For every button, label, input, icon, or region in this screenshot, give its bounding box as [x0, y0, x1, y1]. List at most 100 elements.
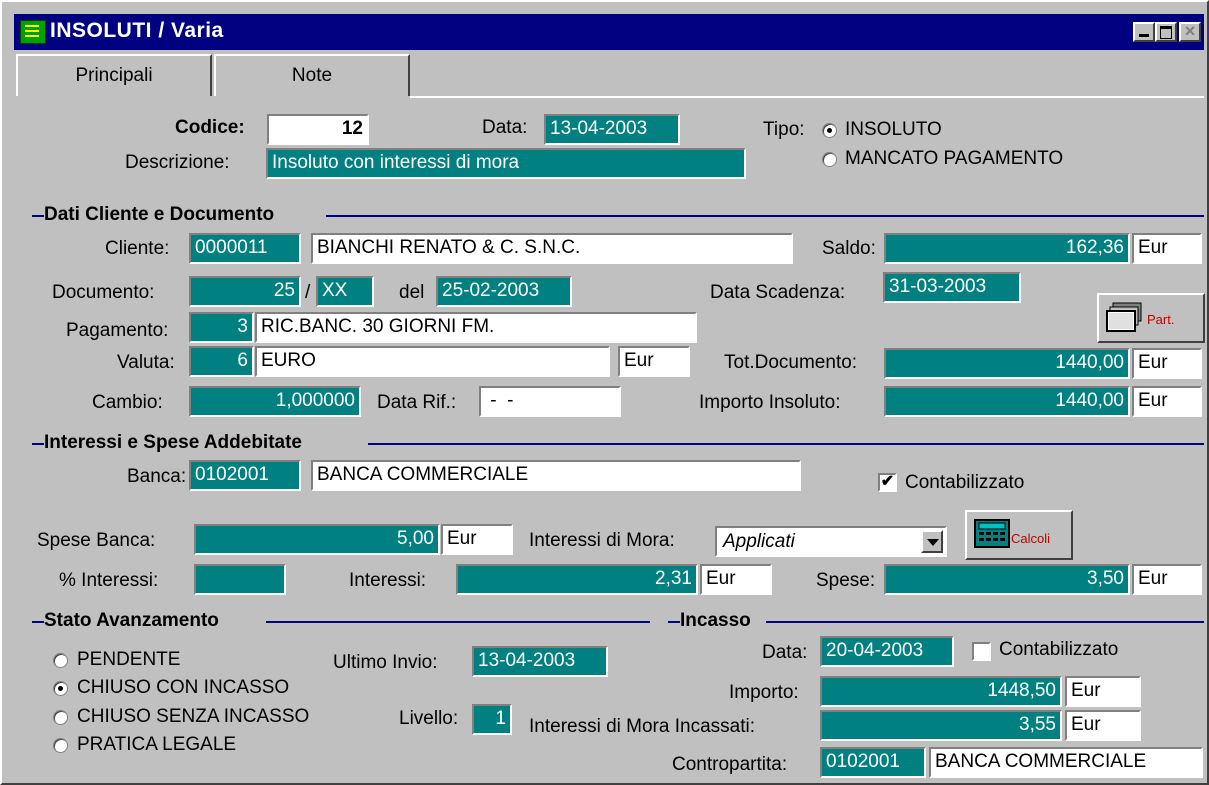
tipo-insoluto-radio[interactable] — [822, 123, 837, 138]
incasso-contabilizzato-checkbox[interactable] — [972, 642, 991, 661]
saldo-label: Saldo: — [822, 238, 876, 259]
spese-banca-label: Spese Banca: — [37, 530, 156, 551]
partite-button[interactable]: Part. — [1097, 293, 1205, 343]
descrizione-field[interactable]: Insoluto con interessi di mora — [266, 148, 746, 179]
section-line — [32, 621, 44, 623]
scadenza-label: Data Scadenza: — [710, 282, 846, 303]
title-bar[interactable]: INSOLUTI / Varia × — [14, 14, 1204, 50]
incasso-importo-label: Importo: — [729, 682, 799, 703]
spese-field[interactable]: 3,50 — [884, 564, 1130, 595]
incasso-importo-currency[interactable]: Eur — [1065, 676, 1141, 707]
cliente-code-field[interactable]: 0000011 — [189, 233, 301, 264]
importo-insoluto-field[interactable]: 1440,00 — [884, 386, 1130, 417]
totdoc-currency[interactable]: Eur — [1132, 348, 1202, 379]
documento-sep: / — [305, 282, 311, 303]
app-icon — [20, 20, 46, 44]
contabilizzato-checkbox[interactable]: ✔ — [878, 473, 897, 492]
codice-label: Codice: — [175, 117, 245, 138]
perc-interessi-field[interactable] — [194, 564, 286, 595]
incasso-data-label: Data: — [762, 642, 808, 663]
spese-banca-currency[interactable]: Eur — [441, 524, 513, 555]
livello-field[interactable]: 1 — [472, 704, 512, 735]
spese-banca-field[interactable]: 5,00 — [194, 524, 440, 555]
totdoc-label: Tot.Documento: — [724, 352, 858, 373]
descrizione-label: Descrizione: — [125, 152, 230, 173]
tab-divider — [410, 96, 1204, 98]
stato-pendente-label: PENDENTE — [77, 649, 181, 670]
stato-chiuso-con-label: CHIUSO CON INCASSO — [77, 677, 290, 698]
valuta-desc-field[interactable]: EURO — [255, 346, 610, 377]
documento-data-field[interactable]: 25-02-2003 — [436, 276, 572, 307]
section-line — [326, 215, 1204, 217]
interessi-label: Interessi: — [349, 570, 427, 591]
section-line — [266, 621, 650, 623]
section-title-interessi: Interessi e Spese Addebitate — [44, 432, 303, 453]
saldo-field[interactable]: 162,36 — [884, 233, 1130, 264]
tipo-mancato-radio[interactable] — [822, 152, 837, 167]
documento-serie-field[interactable]: XX — [316, 276, 374, 307]
datarif-field[interactable]: - - — [479, 386, 621, 417]
incasso-data-field[interactable]: 20-04-2003 — [820, 636, 954, 667]
importo-insoluto-currency[interactable]: Eur — [1132, 386, 1202, 417]
contropartita-name-field[interactable]: BANCA COMMERCIALE — [929, 747, 1203, 778]
cambio-field[interactable]: 1,000000 — [189, 386, 361, 417]
cliente-name-field[interactable]: BIANCHI RENATO & C. S.N.C. — [311, 233, 793, 264]
tipo-insoluto-label: INSOLUTO — [845, 119, 942, 140]
scadenza-field[interactable]: 31-03-2003 — [883, 272, 1021, 303]
banca-code-field[interactable]: 0102001 — [189, 460, 301, 491]
stato-chiuso-senza-label: CHIUSO SENZA INCASSO — [77, 706, 310, 727]
documento-num-field[interactable]: 25 — [189, 276, 301, 307]
maximize-button[interactable] — [1155, 22, 1177, 42]
mora-incassati-field[interactable]: 3,55 — [820, 710, 1062, 741]
section-title-stato: Stato Avanzamento — [44, 610, 219, 631]
ultimo-invio-field[interactable]: 13-04-2003 — [472, 646, 608, 677]
section-line — [766, 621, 1204, 623]
mora-incassati-currency[interactable]: Eur — [1065, 710, 1141, 741]
spese-label: Spese: — [816, 570, 876, 591]
valuta-sym-field[interactable]: Eur — [618, 346, 690, 377]
calcoli-button[interactable]: Calcoli — [965, 510, 1073, 560]
partite-icon — [1106, 302, 1142, 332]
tipo-label: Tipo: — [763, 119, 805, 140]
banca-label: Banca: — [127, 466, 187, 487]
codice-field[interactable]: 12 — [267, 114, 369, 145]
contabilizzato-label: Contabilizzato — [905, 472, 1025, 493]
stato-chiuso-con-radio[interactable] — [53, 681, 68, 696]
pagamento-desc-field[interactable]: RIC.BANC. 30 GIORNI FM. — [255, 312, 697, 343]
stato-pratica-legale-label: PRATICA LEGALE — [77, 734, 237, 755]
contropartita-label: Contropartita: — [672, 754, 788, 775]
saldo-currency[interactable]: Eur — [1132, 233, 1202, 264]
pagamento-label: Pagamento: — [66, 320, 169, 341]
perc-interessi-label: % Interessi: — [59, 570, 159, 591]
livello-label: Livello: — [399, 708, 459, 729]
cambio-label: Cambio: — [92, 392, 163, 413]
minimize-button[interactable] — [1133, 22, 1155, 42]
incasso-importo-field[interactable]: 1448,50 — [820, 676, 1062, 707]
interessi-currency[interactable]: Eur — [700, 564, 772, 595]
chevron-down-icon[interactable] — [921, 530, 943, 553]
partite-label: Part. — [1147, 312, 1175, 327]
stato-chiuso-senza-radio[interactable] — [53, 710, 68, 725]
section-title-incasso: Incasso — [680, 610, 751, 631]
valuta-code-field[interactable]: 6 — [189, 346, 254, 377]
tab-note[interactable]: Note — [214, 54, 410, 96]
close-button[interactable]: × — [1179, 22, 1201, 42]
pagamento-code-field[interactable]: 3 — [189, 312, 254, 343]
section-line — [668, 621, 680, 623]
spese-currency[interactable]: Eur — [1132, 564, 1202, 595]
valuta-label: Valuta: — [117, 352, 175, 373]
importo-insoluto-label: Importo Insoluto: — [699, 392, 841, 413]
totdoc-field[interactable]: 1440,00 — [884, 348, 1130, 379]
banca-name-field[interactable]: BANCA COMMERCIALE — [311, 460, 801, 491]
documento-label: Documento: — [52, 282, 155, 303]
tab-label: Principali — [75, 65, 153, 86]
section-line — [32, 215, 44, 217]
contropartita-code-field[interactable]: 0102001 — [820, 747, 926, 778]
interessi-field[interactable]: 2,31 — [456, 564, 698, 595]
data-field[interactable]: 13-04-2003 — [544, 114, 680, 145]
mora-dropdown[interactable]: Applicati — [715, 526, 947, 557]
section-line — [32, 443, 44, 445]
tab-principali[interactable]: Principali — [16, 54, 212, 96]
stato-pendente-radio[interactable] — [53, 653, 68, 668]
stato-pratica-legale-radio[interactable] — [53, 738, 68, 753]
